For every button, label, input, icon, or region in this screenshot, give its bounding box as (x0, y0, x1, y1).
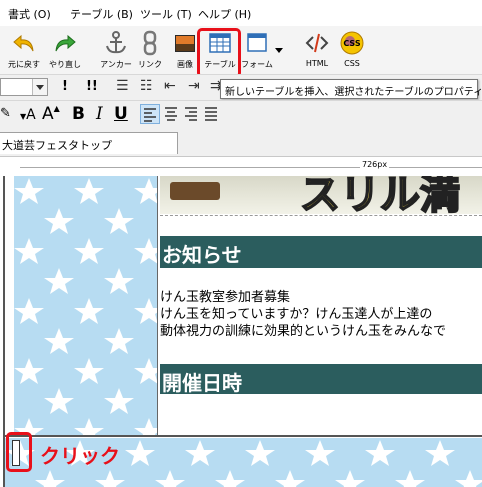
html-code-icon (305, 33, 329, 53)
justify-icon (205, 107, 217, 121)
html-label: HTML (305, 59, 329, 68)
menu-tools[interactable]: ツール (T) (140, 6, 192, 22)
image-button[interactable]: 画像 (170, 28, 200, 72)
outdent-icon[interactable]: ⇤ (164, 78, 176, 94)
tooltip-text: 新しいテーブルを挿入、選択されたテーブルのプロパティ (225, 87, 482, 98)
anchor-label: アンカー (100, 60, 132, 69)
chevron-down-icon (36, 85, 44, 90)
italic-button[interactable]: I (96, 104, 103, 124)
undo-button[interactable]: 元に戻す (4, 28, 44, 72)
double-exclamation-button[interactable]: !! (86, 79, 98, 94)
menu-table[interactable]: テーブル (B) (70, 6, 133, 22)
form-button[interactable]: フォーム (240, 28, 274, 72)
notice-line: けん玉を知っていますか？けん玉達人が上達の (160, 307, 433, 322)
notice-heading: お知らせ (162, 243, 242, 267)
font-smaller-label: A (26, 107, 36, 123)
link-button[interactable]: リンク (134, 28, 166, 72)
click-annotation: クリック (40, 444, 120, 468)
pencil-icon[interactable]: ✎ (0, 106, 11, 121)
redo-icon (55, 34, 76, 52)
align-right-icon (185, 107, 197, 121)
html-button[interactable]: HTML (298, 28, 336, 72)
css-icon: CSS (340, 31, 364, 55)
tooltip: 新しいテーブルを挿入、選択されたテーブルのプロパティ (220, 79, 482, 99)
editor-canvas[interactable]: スリル満 お知らせ けん玉教室参加者募集 けん玉を知っていますか？けん玉達人が上… (0, 176, 482, 487)
tab-document[interactable]: 大道芸フェスタトップ (0, 132, 178, 154)
justify-button[interactable] (202, 104, 222, 124)
menu-format[interactable]: 書式 (O) (8, 6, 51, 22)
event-heading: 開催日時 (162, 371, 242, 395)
style-select-dropdown[interactable] (32, 79, 47, 95)
undo-label: 元に戻す (8, 60, 40, 69)
banner-bench-graphic (170, 182, 220, 200)
menu-bar: 書式 (O) テーブル (B) ツール (T) ヘルプ (H) (0, 0, 482, 26)
document-tab-bar: 大道芸フェスタトップ (0, 128, 482, 155)
event-heading-bar: 開催日時 (160, 364, 482, 395)
anchor-button[interactable]: アンカー (98, 28, 134, 72)
redo-label: やり直し (49, 60, 81, 69)
font-larger-button[interactable]: A▲ (42, 104, 60, 124)
align-center-icon (165, 107, 177, 121)
format-toolbar-2: ✎ ▼A A▲ B I U (0, 100, 482, 129)
font-larger-label: A (42, 104, 54, 124)
dotted-separator (160, 215, 482, 216)
numbered-list-icon[interactable]: ☷ (140, 78, 153, 94)
star-background-left (14, 176, 158, 436)
notice-body: けん玉教室参加者募集 けん玉を知っていますか？けん玉達人が上達の 動体視力の訓練… (160, 289, 482, 340)
width-ruler: 726px (0, 156, 482, 177)
underline-button[interactable]: U (114, 104, 128, 124)
style-select[interactable] (0, 78, 48, 96)
link-icon (143, 30, 157, 56)
notice-line: 動体視力の訓練に効果的というけん玉をみんなで (160, 324, 447, 339)
indent-icon[interactable]: ⇥ (188, 78, 200, 94)
redo-button[interactable]: やり直し (46, 28, 84, 72)
cell-highlight (6, 432, 32, 472)
anchor-icon (106, 31, 126, 54)
banner-title: スリル満 (299, 176, 461, 214)
undo-icon (13, 34, 34, 52)
column-divider (157, 176, 158, 436)
table-button-highlight (197, 28, 241, 78)
css-icon-text: CSS (343, 39, 360, 48)
menu-help[interactable]: ヘルプ (H) (198, 6, 251, 22)
ruler-width-label: 726px (360, 160, 390, 169)
image-icon (175, 35, 195, 52)
link-label: リンク (138, 60, 162, 69)
align-left-button[interactable] (140, 104, 160, 124)
form-dropdown-button[interactable] (274, 28, 284, 72)
font-smaller-button[interactable]: ▼A (20, 107, 36, 123)
exclamation-button[interactable]: ! (62, 79, 68, 94)
chevron-down-icon (275, 48, 283, 53)
list-icon[interactable]: ☰ (116, 78, 129, 94)
notice-heading-bar: お知らせ (160, 236, 482, 268)
image-label: 画像 (177, 60, 193, 69)
notice-line: けん玉教室参加者募集 (160, 290, 291, 305)
form-label: フォーム (241, 60, 273, 69)
align-left-icon (144, 108, 156, 122)
css-button[interactable]: CSS CSS (336, 28, 368, 72)
bold-button[interactable]: B (72, 104, 85, 124)
css-label: CSS (344, 59, 360, 68)
banner-image: スリル満 (160, 176, 482, 214)
table-bottom-border (3, 435, 482, 437)
toolbar: 元に戻す やり直し アンカー リンク 画像 テーブル フォーム HTML CSS… (0, 26, 482, 78)
form-icon (247, 33, 267, 52)
ruler-line (20, 167, 482, 168)
align-right-button[interactable] (182, 104, 202, 124)
align-center-button[interactable] (162, 104, 182, 124)
tab-document-label: 大道芸フェスタトップ (2, 139, 112, 152)
